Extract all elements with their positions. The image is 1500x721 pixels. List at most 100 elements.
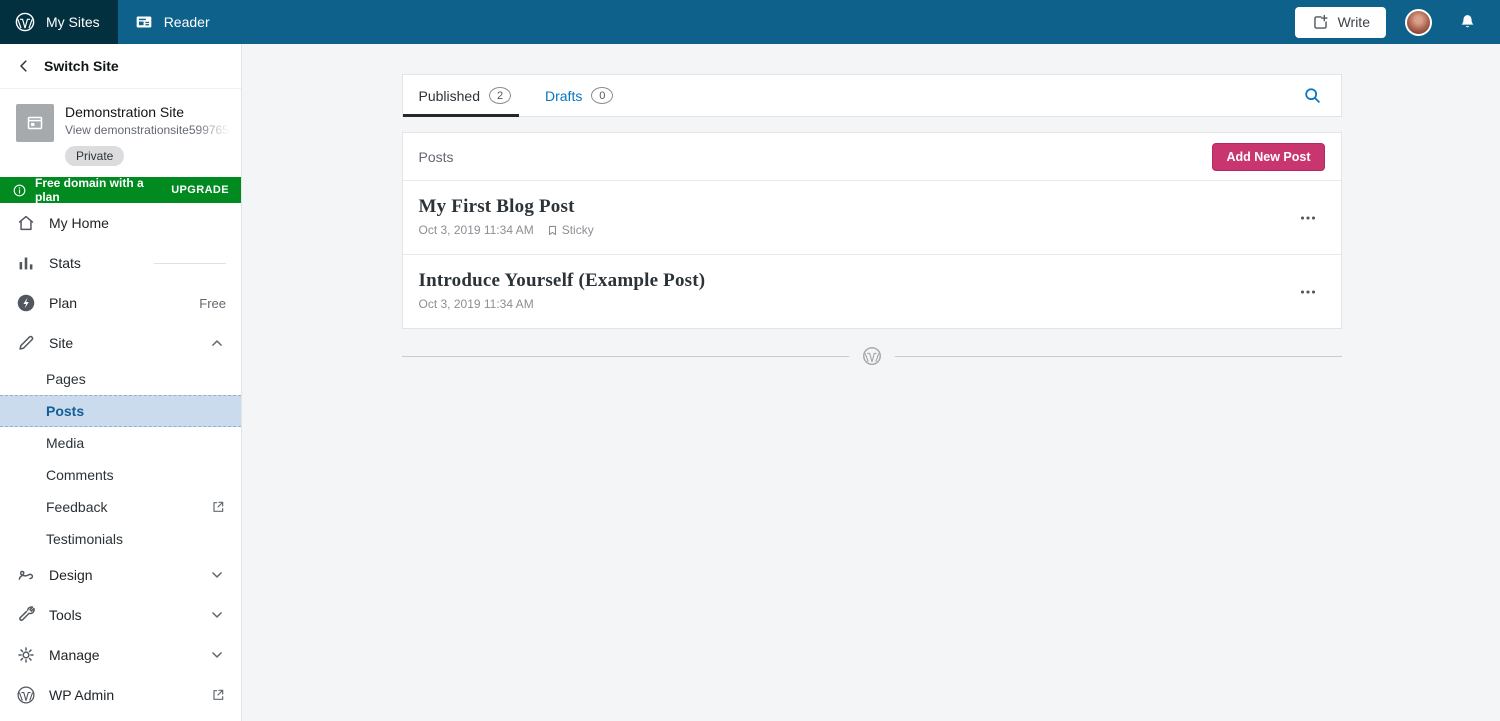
write-label: Write bbox=[1338, 14, 1370, 30]
write-icon bbox=[1311, 13, 1330, 32]
wordpress-footer-logo-icon bbox=[861, 345, 883, 367]
post-title-link[interactable]: My First Blog Post bbox=[419, 196, 575, 218]
content-column: Published 2 Drafts 0 Posts Add New Post bbox=[402, 74, 1342, 367]
sidebar-item-label: WP Admin bbox=[49, 687, 114, 703]
reader-icon bbox=[133, 11, 155, 33]
submenu-item-label: Comments bbox=[46, 467, 114, 483]
upgrade-cta[interactable]: UPGRADE bbox=[171, 184, 229, 196]
post-row: My First Blog Post Oct 3, 2019 11:34 AM … bbox=[403, 181, 1341, 255]
tab-label: Published bbox=[419, 88, 481, 104]
sidebar-item-manage[interactable]: Manage bbox=[0, 635, 241, 675]
main-content: Published 2 Drafts 0 Posts Add New Post bbox=[243, 44, 1500, 721]
chevron-down-icon bbox=[208, 606, 226, 624]
site-card-info: Demonstration Site View demonstrationsit… bbox=[65, 104, 233, 166]
page-footer bbox=[402, 345, 1342, 367]
site-card[interactable]: Demonstration Site View demonstrationsit… bbox=[0, 89, 241, 177]
bell-icon bbox=[1457, 12, 1478, 33]
submenu-item-label: Pages bbox=[46, 371, 86, 387]
search-icon bbox=[1302, 85, 1323, 106]
wrench-icon bbox=[15, 604, 37, 626]
sidebar-item-wp-admin[interactable]: WP Admin bbox=[0, 675, 241, 715]
my-sites-button[interactable]: My Sites bbox=[0, 0, 118, 44]
masterbar: My Sites Reader Write bbox=[0, 0, 1500, 44]
gear-icon bbox=[15, 644, 37, 666]
post-meta: Oct 3, 2019 11:34 AM Sticky bbox=[419, 223, 1281, 237]
my-sites-label: My Sites bbox=[46, 14, 100, 30]
posts-card-title: Posts bbox=[419, 149, 454, 165]
bookmark-icon bbox=[546, 224, 559, 237]
sidebar-item-media[interactable]: Media bbox=[0, 427, 241, 459]
sidebar-item-label: Manage bbox=[49, 647, 100, 663]
sidebar-item-label: My Home bbox=[49, 215, 109, 231]
site-url: View demonstrationsite599765121.w bbox=[65, 123, 233, 137]
submenu-item-label: Posts bbox=[46, 403, 84, 419]
tab-drafts[interactable]: Drafts 0 bbox=[545, 75, 613, 116]
sidebar-item-testimonials[interactable]: Testimonials bbox=[0, 523, 241, 555]
write-button[interactable]: Write bbox=[1295, 7, 1386, 38]
chevron-up-icon bbox=[208, 334, 226, 352]
notifications-button[interactable] bbox=[1437, 0, 1500, 44]
sidebar-item-plan[interactable]: Plan Free bbox=[0, 283, 241, 323]
user-avatar[interactable] bbox=[1405, 9, 1432, 36]
sidebar-item-comments[interactable]: Comments bbox=[0, 459, 241, 491]
external-link-icon bbox=[210, 499, 226, 515]
sidebar-item-pages[interactable]: Pages bbox=[0, 363, 241, 395]
chevron-down-icon bbox=[208, 566, 226, 584]
site-submenu: Pages Posts Media Comments Feedback bbox=[0, 363, 241, 555]
sidebar: Switch Site Demonstration Site View demo… bbox=[0, 44, 242, 721]
site-placeholder-icon bbox=[16, 104, 54, 142]
chevron-left-icon bbox=[15, 57, 33, 75]
sidebar-item-label: Design bbox=[49, 567, 93, 583]
info-icon bbox=[12, 183, 27, 198]
post-meta: Oct 3, 2019 11:34 AM bbox=[419, 297, 1281, 311]
pencil-icon bbox=[15, 332, 37, 354]
private-badge: Private bbox=[65, 146, 124, 166]
design-squiggle-icon bbox=[15, 564, 37, 586]
upgrade-banner[interactable]: Free domain with a plan UPGRADE bbox=[0, 177, 241, 203]
reader-button[interactable]: Reader bbox=[118, 0, 225, 44]
drafts-count-badge: 0 bbox=[591, 87, 613, 104]
switch-site-button[interactable]: Switch Site bbox=[0, 44, 241, 89]
add-new-post-button[interactable]: Add New Post bbox=[1212, 143, 1324, 171]
sidebar-item-stats[interactable]: Stats bbox=[0, 243, 241, 283]
sidebar-item-feedback[interactable]: Feedback bbox=[0, 491, 241, 523]
external-link-icon bbox=[210, 687, 226, 703]
stats-icon bbox=[15, 252, 37, 274]
post-title-link[interactable]: Introduce Yourself (Example Post) bbox=[419, 270, 706, 292]
sidebar-item-posts[interactable]: Posts bbox=[0, 395, 241, 427]
wordpress-logo-icon bbox=[15, 684, 37, 706]
sticky-flag: Sticky bbox=[546, 223, 594, 237]
plan-icon bbox=[15, 292, 37, 314]
stats-sparkline bbox=[154, 263, 226, 264]
ellipsis-icon bbox=[1297, 207, 1319, 229]
post-date: Oct 3, 2019 11:34 AM bbox=[419, 297, 534, 311]
post-status-tabbar: Published 2 Drafts 0 bbox=[402, 74, 1342, 117]
sidebar-item-design[interactable]: Design bbox=[0, 555, 241, 595]
plan-meta: Free bbox=[199, 296, 226, 311]
sidebar-item-my-home[interactable]: My Home bbox=[0, 203, 241, 243]
chevron-down-icon bbox=[208, 646, 226, 664]
site-title: Demonstration Site bbox=[65, 104, 233, 120]
sidebar-item-tools[interactable]: Tools bbox=[0, 595, 241, 635]
sticky-label: Sticky bbox=[562, 223, 594, 237]
sidebar-item-label: Site bbox=[49, 335, 73, 351]
upgrade-banner-text: Free domain with a plan bbox=[35, 176, 163, 204]
home-icon bbox=[15, 212, 37, 234]
sidebar-item-label: Plan bbox=[49, 295, 77, 311]
wordpress-logo-icon bbox=[13, 10, 37, 34]
posts-card-header: Posts Add New Post bbox=[403, 133, 1341, 181]
post-actions-ellipsis-button[interactable] bbox=[1291, 201, 1325, 235]
submenu-item-label: Feedback bbox=[46, 499, 107, 515]
sidebar-item-label: Stats bbox=[49, 255, 81, 271]
tab-published[interactable]: Published 2 bbox=[419, 75, 512, 116]
post-actions-ellipsis-button[interactable] bbox=[1291, 275, 1325, 309]
sidebar-item-site[interactable]: Site bbox=[0, 323, 241, 363]
reader-label: Reader bbox=[164, 14, 210, 30]
search-button[interactable] bbox=[1300, 81, 1325, 110]
posts-card: Posts Add New Post My First Blog Post Oc… bbox=[402, 132, 1342, 329]
ellipsis-icon bbox=[1297, 281, 1319, 303]
post-row: Introduce Yourself (Example Post) Oct 3,… bbox=[403, 255, 1341, 328]
tab-label: Drafts bbox=[545, 88, 582, 104]
post-date: Oct 3, 2019 11:34 AM bbox=[419, 223, 534, 237]
submenu-item-label: Media bbox=[46, 435, 84, 451]
